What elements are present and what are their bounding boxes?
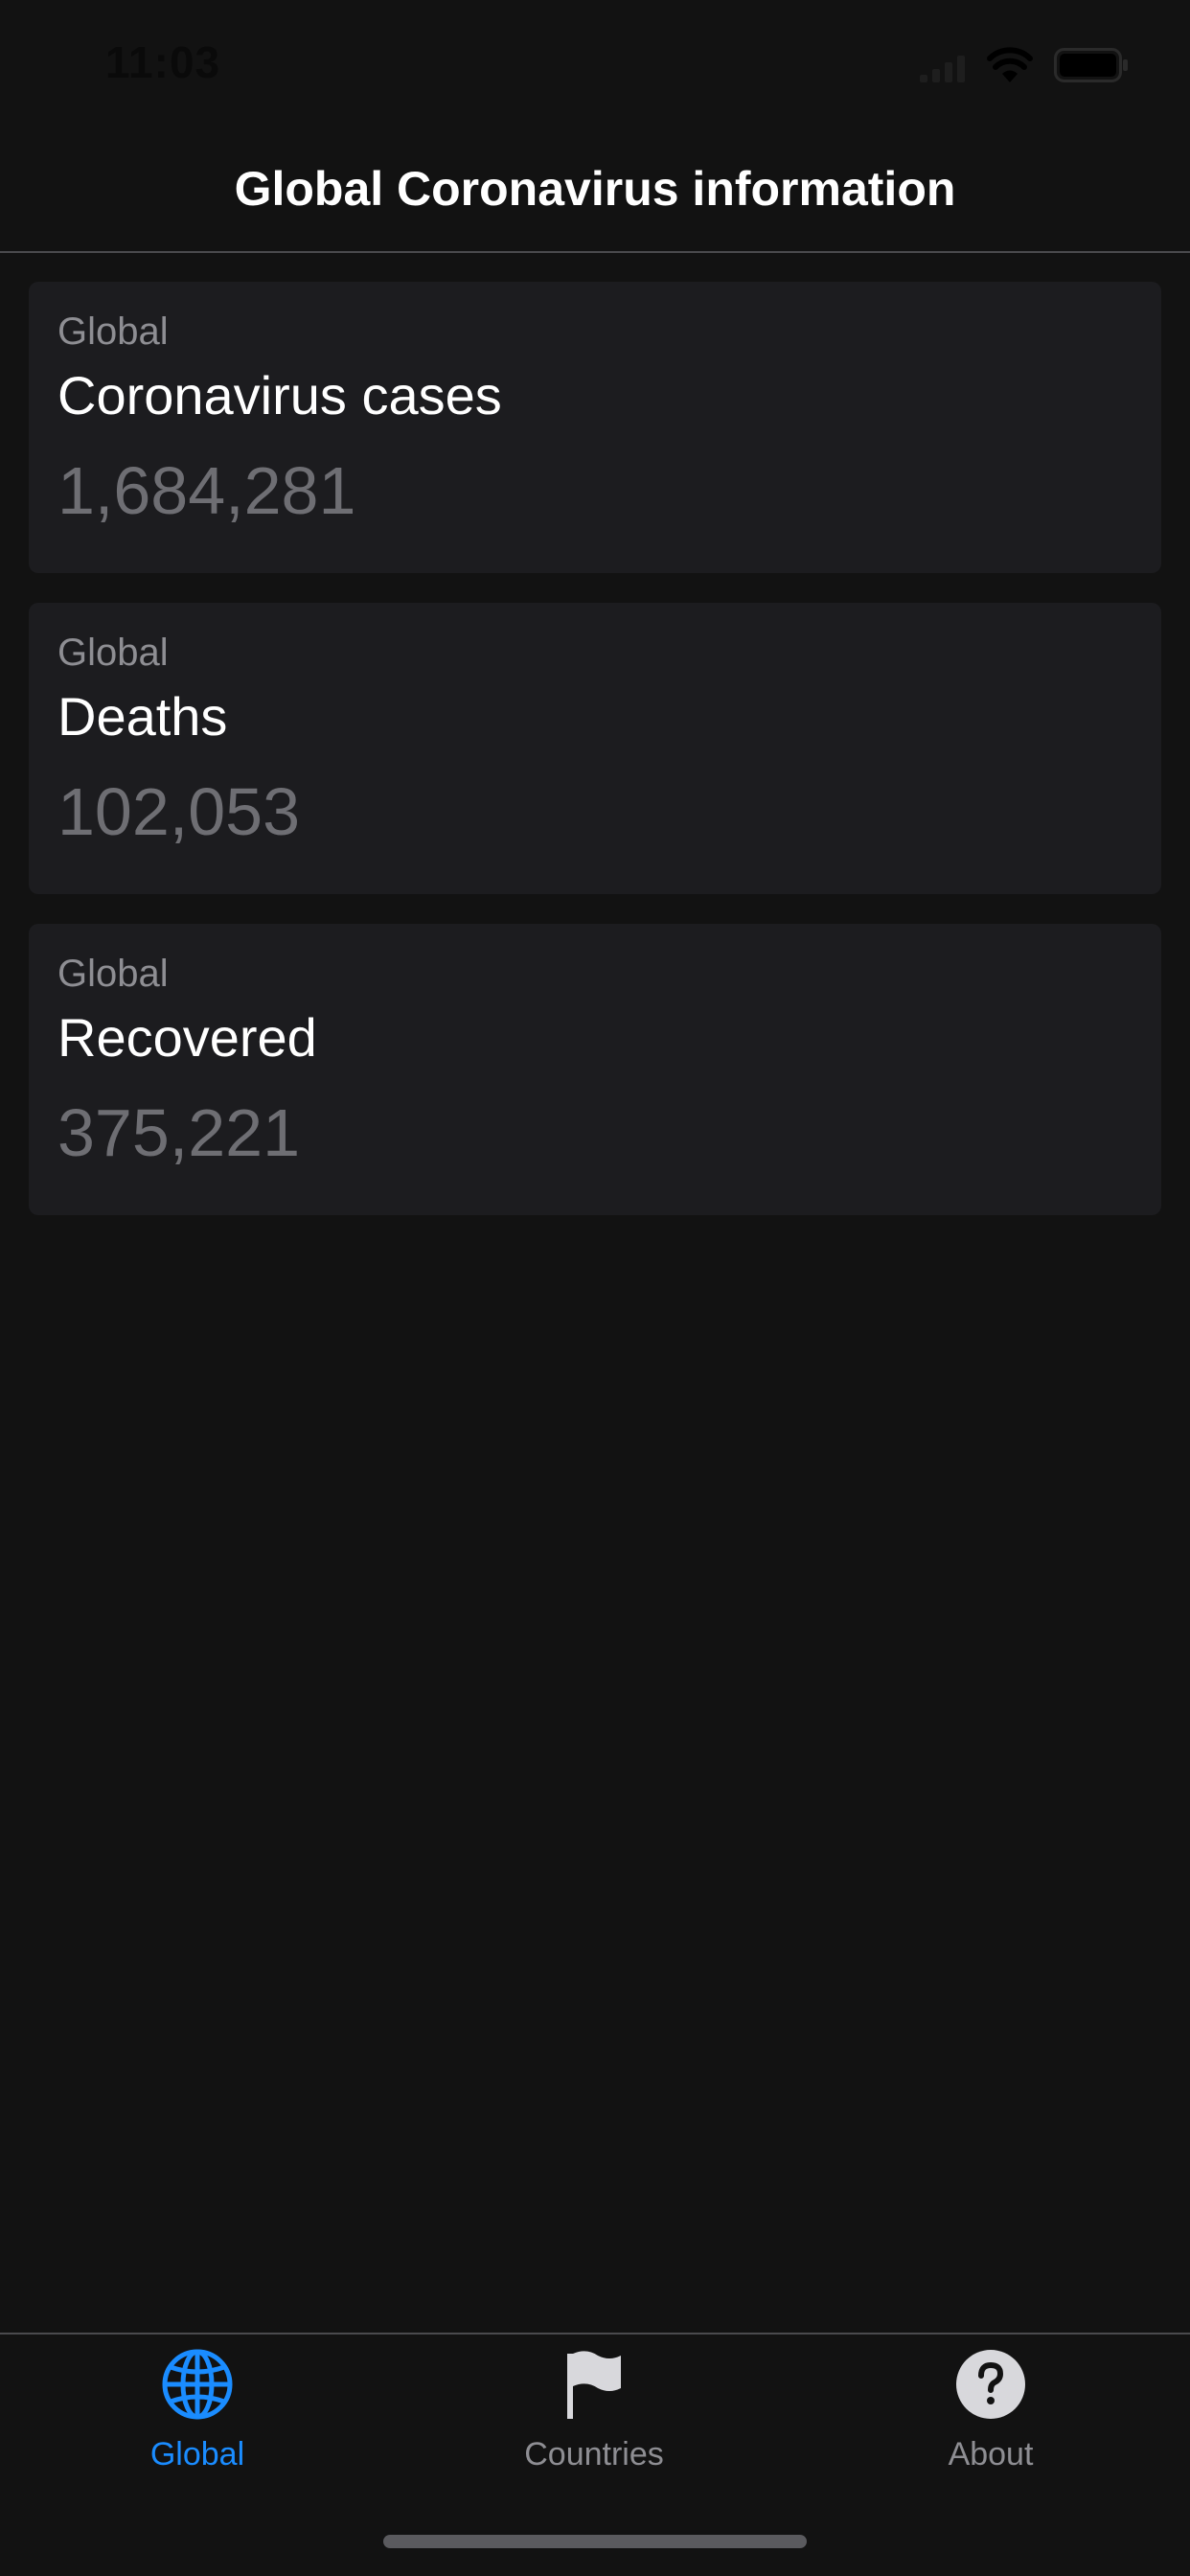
- card-kicker: Global: [57, 310, 169, 353]
- card-coronavirus-cases: Global Coronavirus cases 1,684,281: [29, 282, 1161, 573]
- flag-icon: [567, 2351, 621, 2419]
- card-value: 375,221: [57, 1095, 301, 1170]
- battery-icon: [1054, 48, 1128, 82]
- tab-countries[interactable]: Countries: [450, 2334, 738, 2497]
- navigation-bar: Global Coronavirus information: [0, 134, 1190, 253]
- signal-icon: [920, 56, 965, 82]
- card-title: Recovered: [57, 1007, 317, 1068]
- card-kicker: Global: [57, 632, 169, 674]
- home-indicator[interactable]: [383, 2535, 807, 2548]
- card-value: 102,053: [57, 774, 301, 849]
- tab-about[interactable]: About: [847, 2334, 1134, 2497]
- status-time: 11:03: [105, 37, 221, 87]
- card-value: 1,684,281: [57, 453, 356, 528]
- card-title: Coronavirus cases: [57, 365, 502, 426]
- card-deaths: Global Deaths 102,053: [29, 603, 1161, 894]
- tab-label: Countries: [524, 2436, 664, 2472]
- tab-global[interactable]: Global: [54, 2334, 341, 2497]
- page-title: Global Coronavirus information: [234, 162, 956, 216]
- question-circle-icon: [956, 2350, 1025, 2419]
- card-title: Deaths: [57, 686, 228, 747]
- tab-label: About: [948, 2436, 1034, 2472]
- wifi-icon: [987, 47, 1033, 82]
- status-bar: 11:03: [0, 0, 1190, 134]
- card-kicker: Global: [57, 953, 169, 995]
- card-recovered: Global Recovered 375,221: [29, 924, 1161, 1215]
- tab-label: Global: [149, 2436, 245, 2472]
- globe-icon: [162, 2349, 233, 2420]
